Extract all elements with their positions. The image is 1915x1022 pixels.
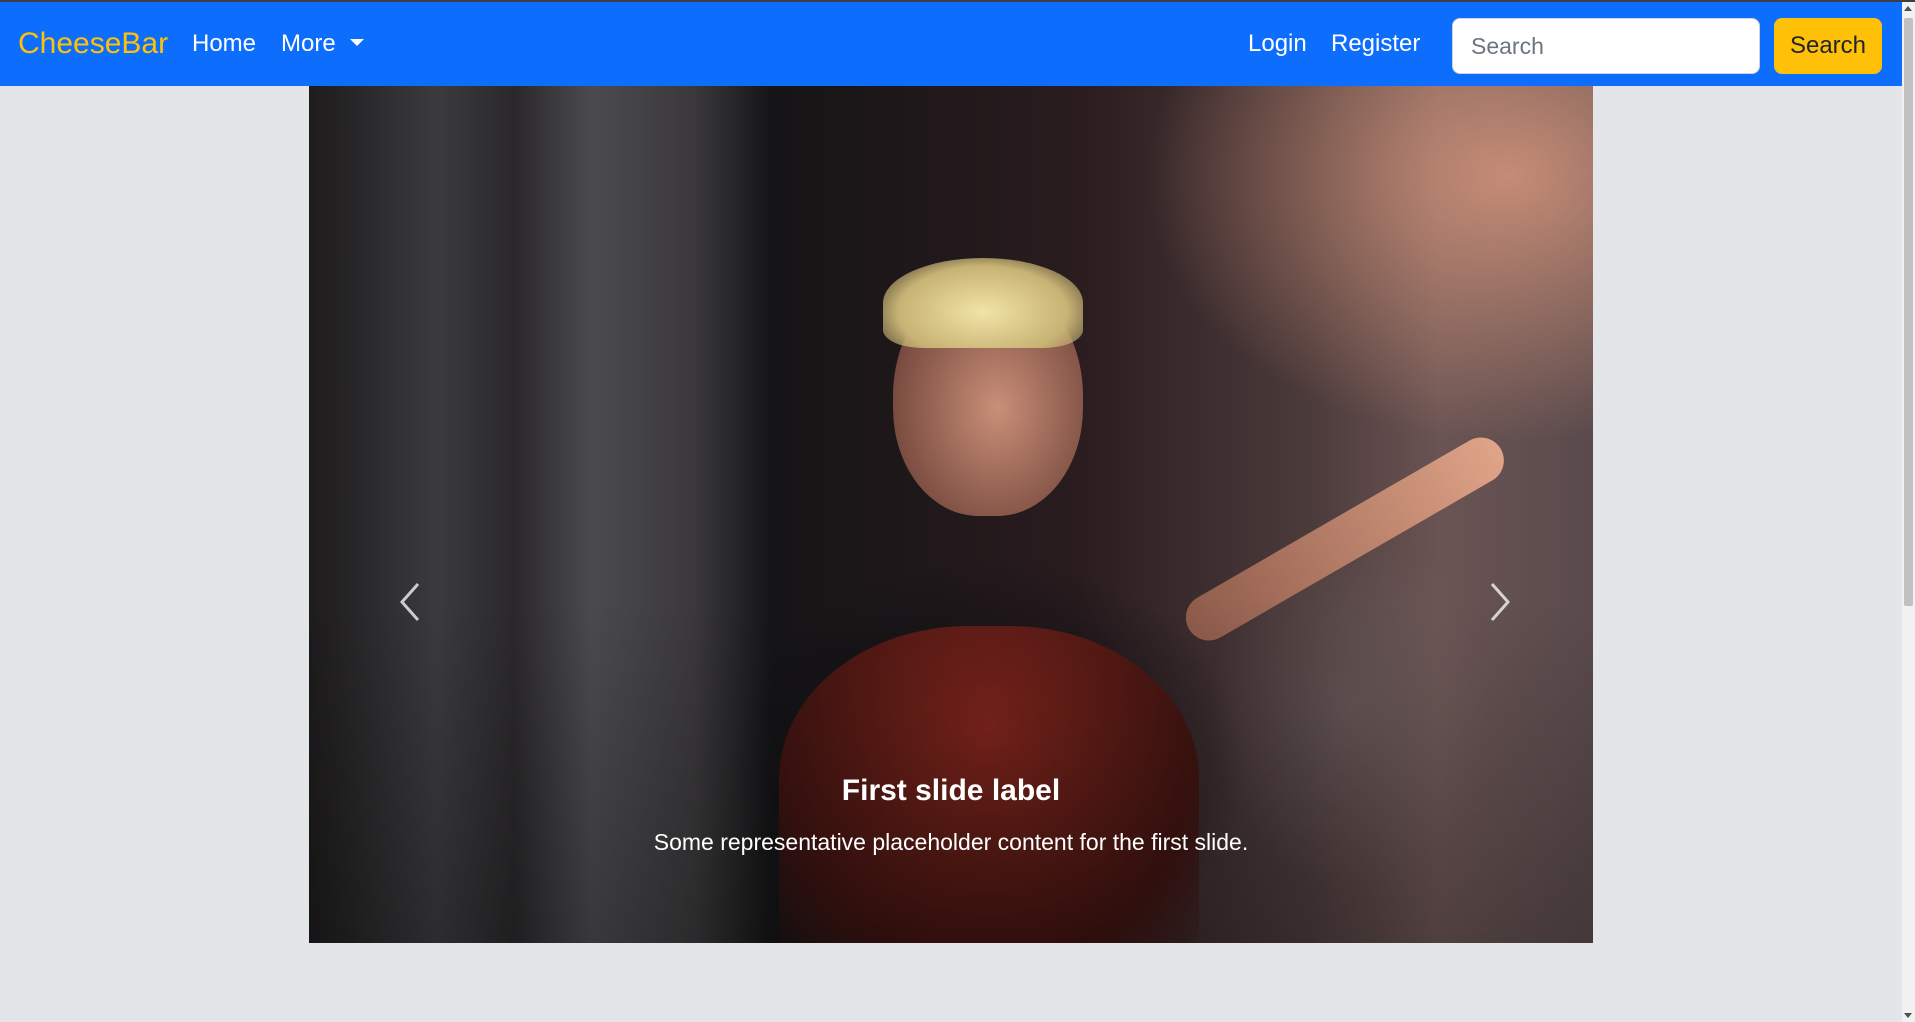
- nav-link-register[interactable]: Register: [1331, 2, 1420, 86]
- nav-dropdown-more[interactable]: More: [281, 2, 364, 86]
- page-scrollbar[interactable]: [1902, 2, 1915, 1022]
- carousel-next-button[interactable]: [1480, 578, 1520, 626]
- nav-dropdown-more-label: More: [281, 30, 336, 57]
- caret-down-icon: [349, 39, 364, 47]
- brand-logo[interactable]: CheeseBar: [18, 2, 168, 86]
- scroll-down-arrow-icon[interactable]: [1904, 1013, 1912, 1018]
- search-input[interactable]: [1452, 18, 1760, 74]
- search-button[interactable]: Search: [1774, 18, 1882, 74]
- slide-caption-text: Some representative placeholder content …: [653, 829, 1249, 855]
- hero-carousel: First slide label Some representative pl…: [309, 86, 1593, 943]
- slide-overlay: [309, 86, 1593, 943]
- slide-caption-title: First slide label: [841, 774, 1061, 807]
- nav-link-home[interactable]: Home: [192, 2, 256, 86]
- nav-link-login[interactable]: Login: [1248, 2, 1307, 86]
- navbar: CheeseBar Home More Login Register Searc…: [0, 2, 1902, 86]
- chevron-left-icon: [399, 583, 420, 621]
- scroll-up-arrow-icon[interactable]: [1904, 6, 1912, 11]
- carousel-prev-button[interactable]: [390, 578, 430, 626]
- chevron-right-icon: [1490, 583, 1511, 621]
- scroll-thumb[interactable]: [1904, 18, 1913, 606]
